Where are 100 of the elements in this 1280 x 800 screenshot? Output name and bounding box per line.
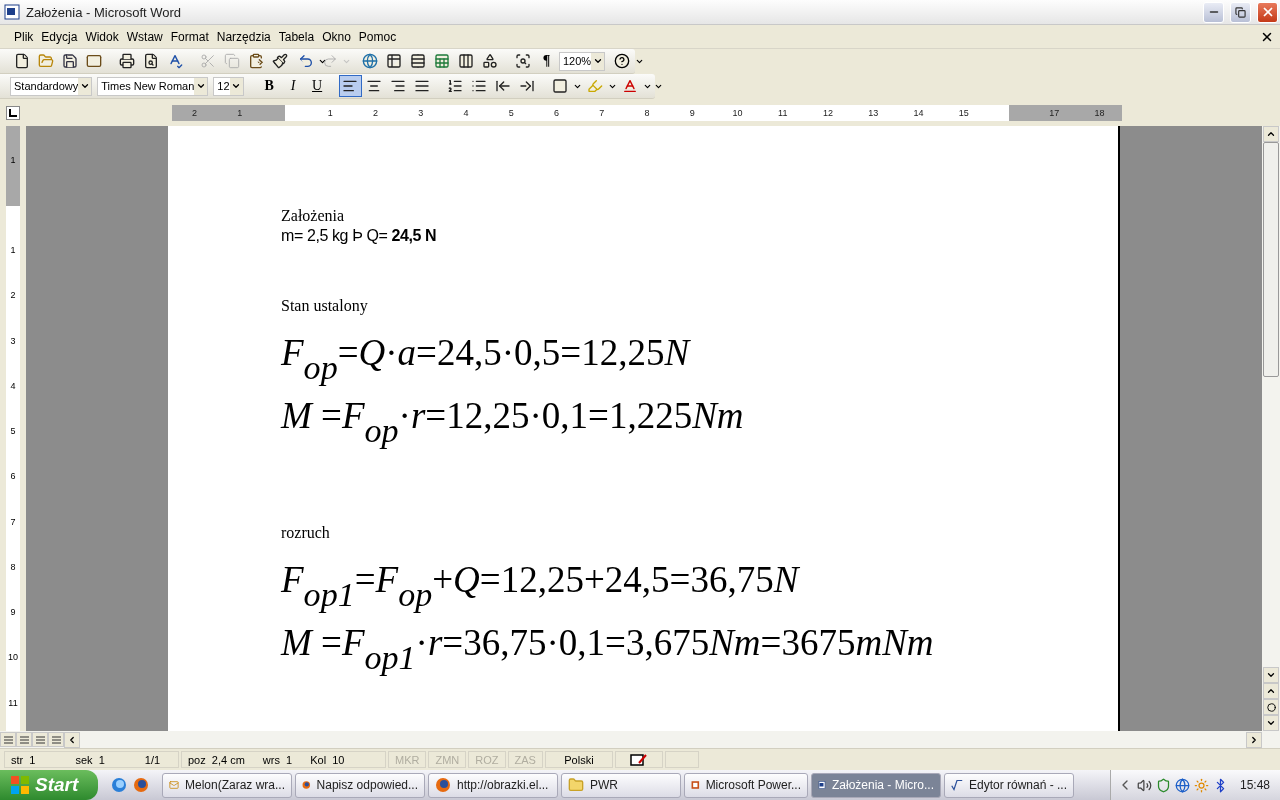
ruler-number: 1	[326, 107, 334, 118]
taskbar-button[interactable]: Założenia - Micro...	[811, 772, 941, 798]
menu-item[interactable]: Okno	[318, 27, 355, 46]
next-page-button[interactable]	[1263, 715, 1279, 731]
outdent-icon	[495, 78, 512, 94]
flag-icon	[10, 775, 30, 795]
underline-button[interactable]: U	[305, 75, 329, 97]
menu-item[interactable]: Format	[166, 27, 213, 46]
status-indicator: ZMN	[428, 751, 467, 768]
speaker-icon[interactable]	[1136, 777, 1152, 793]
folder-icon	[568, 777, 584, 793]
align-center-icon	[366, 78, 383, 94]
ruler-number: 1	[10, 244, 16, 257]
ruler-number: 6	[10, 470, 16, 484]
select-browse-object-button[interactable]	[1263, 699, 1279, 715]
globe-icon[interactable]	[133, 777, 149, 793]
ruler-number: 7	[598, 107, 606, 118]
caret-icon	[195, 81, 206, 91]
view-button[interactable]	[32, 732, 48, 747]
caret-icon	[592, 56, 603, 66]
paragraph: m= 2,5 kg Þ Q= 24,5 N	[281, 226, 437, 246]
status-text: str 1	[11, 753, 36, 766]
ruler-number: 4	[462, 107, 470, 118]
taskbar-button[interactable]: http://obrazki.el...	[428, 772, 558, 798]
ruler-number: 9	[688, 107, 696, 118]
scroll-left-button[interactable]	[64, 731, 80, 748]
lines-icon	[19, 735, 29, 744]
menu-item[interactable]: Plik	[10, 27, 38, 46]
ruler-number: 1	[10, 154, 16, 167]
minimize-button[interactable]	[1203, 1, 1224, 23]
caret-icon	[79, 81, 90, 91]
ruler-number: 7	[10, 515, 16, 529]
view-button[interactable]	[16, 732, 32, 747]
dropdown-field[interactable]: Standardowy	[10, 76, 93, 96]
menu-item[interactable]: Edycja	[37, 27, 82, 46]
font-color-icon	[622, 78, 639, 94]
scroll-down-button[interactable]	[1263, 667, 1279, 683]
align-left-button[interactable]	[338, 75, 362, 97]
numbered-list-icon	[447, 78, 464, 94]
ruler-number: 4	[10, 379, 16, 393]
paragraph: Stan ustalony	[281, 296, 368, 316]
taskbar-button[interactable]: Melon(Zaraz wra...	[162, 772, 292, 798]
ruler-number: 2	[191, 107, 199, 118]
globe-icon[interactable]	[435, 777, 451, 793]
dropdown-field[interactable]: 120%	[559, 51, 606, 71]
status-text: poz 2,4 cm	[188, 753, 245, 766]
menu-item[interactable]: Tabela	[274, 27, 319, 46]
show-formatting-button[interactable]: ¶	[535, 50, 558, 72]
taskbar-button[interactable]: Napisz odpowied...	[295, 772, 425, 798]
lines-icon	[51, 735, 61, 744]
status-text: 1/1	[144, 753, 161, 766]
shield-icon[interactable]	[1155, 777, 1171, 793]
ruler-number: 2	[10, 289, 16, 303]
ruler-number: 13	[867, 107, 880, 118]
menu-item[interactable]: Wstaw	[122, 27, 167, 46]
scroll-right-button[interactable]	[1246, 731, 1262, 748]
previous-page-button[interactable]	[1263, 683, 1279, 699]
status-text: sek 1	[75, 753, 105, 766]
view-button[interactable]	[0, 732, 16, 747]
tab-selector[interactable]	[6, 105, 20, 120]
book-icon[interactable]	[629, 752, 648, 767]
scrollbar-thumb[interactable]	[1263, 142, 1279, 377]
menu-item[interactable]: Widok	[81, 27, 123, 46]
radical-icon	[951, 777, 963, 793]
lines-icon	[3, 735, 13, 744]
equation: M =Fop1·r=36,75·0,1=3,675Nm=3675mNm	[281, 623, 934, 679]
paragraph: Założenia	[281, 206, 345, 226]
close-button[interactable]	[1257, 1, 1278, 23]
lines-icon	[35, 735, 45, 744]
ruler-number: 1	[236, 107, 244, 118]
bold-button[interactable]: B	[257, 75, 281, 97]
highlighter-icon	[587, 78, 604, 94]
scroll-up-button[interactable]	[1263, 126, 1279, 142]
ruler-number: 15	[957, 107, 970, 118]
taskbar-button[interactable]: Microsoft Power...	[684, 772, 808, 798]
ruler-number: 5	[507, 107, 515, 118]
ruler-number: 3	[417, 107, 425, 118]
dropdown-field[interactable]: 12	[213, 76, 244, 96]
status-text: Kol 10	[310, 753, 345, 766]
taskbar-button[interactable]: PWR	[561, 772, 681, 798]
justify-icon	[414, 78, 431, 94]
globe-icon[interactable]	[111, 777, 127, 793]
ruler-number: 17	[1048, 107, 1061, 118]
ruler-number: 2	[371, 107, 379, 118]
menu-item[interactable]: Narzędzia	[212, 27, 275, 46]
menu-item[interactable]: Pomoc	[354, 27, 401, 46]
dropdown-field[interactable]: Times New Roman	[97, 76, 209, 96]
window-title: Założenia - Microsoft Word	[26, 4, 183, 20]
align-left-icon	[342, 78, 359, 94]
status-text: wrs 1	[262, 753, 293, 766]
restore-button[interactable]	[1230, 1, 1251, 23]
globe-icon[interactable]	[1174, 777, 1190, 793]
align-right-icon	[390, 78, 407, 94]
italic-button[interactable]: I	[281, 75, 305, 97]
bulleted-list-icon	[471, 78, 488, 94]
app-icon	[4, 4, 20, 20]
ruler-number: 10	[8, 651, 18, 665]
clock: 15:48	[1239, 778, 1270, 792]
taskbar-button[interactable]: Edytor równań - ...	[944, 772, 1074, 798]
restore-icon	[1235, 6, 1246, 18]
